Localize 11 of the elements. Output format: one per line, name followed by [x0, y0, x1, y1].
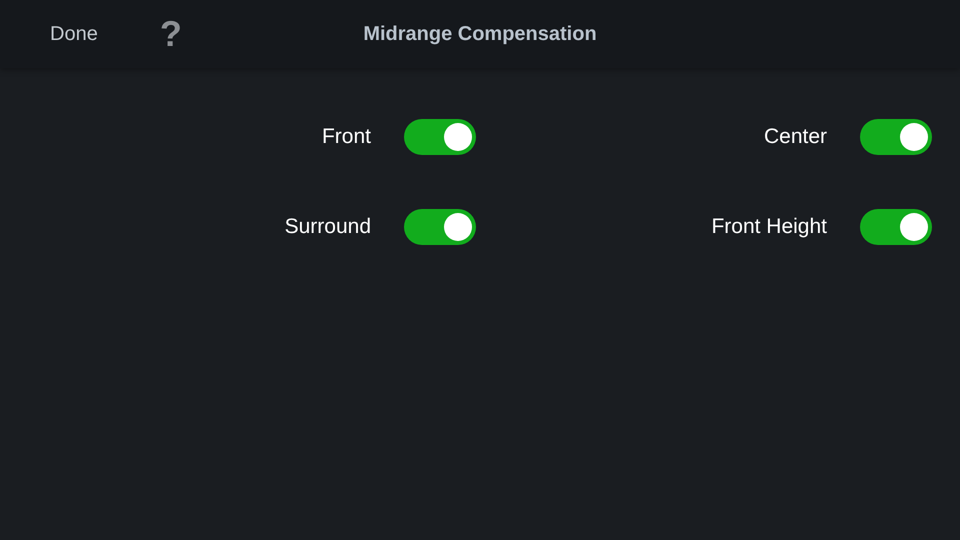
help-button[interactable]: ? — [158, 16, 184, 52]
setting-label: Surround — [284, 215, 371, 239]
toggle-switch[interactable] — [860, 119, 932, 155]
setting-label: Front Height — [711, 215, 827, 239]
toggle-switch[interactable] — [404, 119, 476, 155]
toggle-switch[interactable] — [860, 209, 932, 245]
toggle-switch[interactable] — [404, 209, 476, 245]
setting-label: Center — [764, 125, 827, 149]
setting-label: Front — [322, 125, 371, 149]
done-button[interactable]: Done — [48, 20, 100, 48]
page-title: Midrange Compensation — [363, 22, 597, 44]
